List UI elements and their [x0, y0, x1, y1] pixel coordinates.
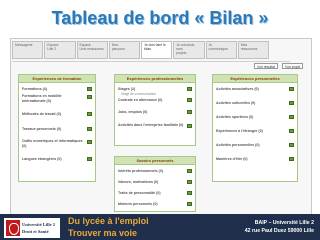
tab-label-2: Lille 2: [47, 47, 57, 51]
panel-header: Expériences de formation: [19, 75, 95, 83]
list-item: Méthodes de travail (0): [19, 111, 95, 126]
tab-mon-parcours[interactable]: Mon parcours: [108, 41, 140, 59]
edit-icon[interactable]: [187, 124, 192, 128]
credit-line-1: BAIP – Université Lille 2: [254, 220, 314, 226]
university-emblem-icon: [6, 220, 20, 236]
list-item: Activités associatives (0): [213, 86, 297, 100]
tab-espace-ressources[interactable]: Espace Univ ressources: [76, 41, 108, 59]
tab-communique[interactable]: Je communique: [205, 41, 237, 59]
edit-icon[interactable]: [289, 115, 294, 119]
item-label: Activités sportives (0): [216, 115, 254, 119]
list-item: Activités personnelles (0): [213, 142, 297, 156]
edit-icon[interactable]: [289, 157, 294, 161]
list-item: Valeurs, motivations (0): [115, 179, 195, 190]
list-item: Activités culturelles (0): [213, 100, 297, 114]
edit-icon[interactable]: [87, 140, 92, 144]
logo-line-2: Droit et Santé: [22, 229, 49, 234]
edit-icon[interactable]: [87, 157, 92, 161]
list-item: Jobs, emplois (0): [115, 109, 195, 123]
page-title: Tableau de bord « Bilan »: [51, 8, 269, 28]
list-item: Langues étrangères (0): [19, 156, 95, 164]
tab-label-2: parcours: [111, 47, 125, 51]
item-label: Moteurs personnels (0): [118, 202, 158, 206]
panel-header: Savoirs personnels: [115, 157, 195, 165]
slogan-line-2: Trouver ma voie: [68, 228, 138, 238]
edit-icon[interactable]: [187, 169, 192, 173]
tab-messagerie[interactable]: Messagerie: [12, 41, 44, 59]
edit-icon[interactable]: [187, 180, 192, 184]
logo-line-1: Université Lille 2: [22, 222, 55, 227]
edit-icon[interactable]: [187, 202, 192, 206]
list-item: Travaux personnels (0): [19, 126, 95, 139]
credit-line-2: 42 rue Paul Duez 59000 Lille: [244, 228, 314, 234]
item-label: Activités culturelles (0): [216, 101, 256, 105]
list-item: Outils numériques et informatiques (0): [19, 139, 95, 156]
edit-icon[interactable]: [87, 87, 92, 91]
tab-label-2: ressources: [240, 47, 258, 51]
list-item: Activités dans l'entreprise familiale (0…: [115, 123, 195, 135]
tab-label-2: projets: [176, 51, 187, 55]
edit-icon[interactable]: [87, 112, 92, 116]
edit-icon[interactable]: [187, 191, 192, 195]
edit-icon[interactable]: [289, 87, 294, 91]
item-label: Expériences à l'étranger (0): [216, 129, 263, 133]
savoirs-panel: Savoirs personnels Intérêts professionne…: [114, 156, 196, 212]
item-label: Manières d'être (0): [216, 157, 248, 161]
item-label: Formations (4): [22, 87, 47, 91]
list-item: Contrats en alternance (0): [115, 97, 195, 109]
item-label: Travaux personnels (0): [22, 127, 62, 131]
voir-projet-button[interactable]: Voir projet: [282, 63, 304, 69]
tab-label-2: communique: [208, 47, 228, 51]
list-item: Moteurs personnels (0): [115, 201, 195, 209]
list-item: Expériences à l'étranger (0): [213, 128, 297, 142]
edit-icon[interactable]: [289, 143, 294, 147]
item-label: Intérêts professionnels (0): [118, 169, 163, 173]
voir-resultat-button[interactable]: Voir résultat: [254, 63, 278, 69]
item-label: Méthodes de travail (0): [22, 112, 61, 116]
item-label: Activités personnelles (0): [216, 143, 260, 147]
professionnelles-panel: Expériences professionnelles Stages (2) …: [114, 74, 196, 146]
item-label: Langues étrangères (0): [22, 157, 62, 161]
edit-icon[interactable]: [187, 110, 192, 114]
list-item: Formations (4): [19, 86, 95, 94]
tab-projets[interactable]: Je construis mes projets: [173, 41, 205, 59]
tab-label-2: bilan: [144, 47, 152, 51]
item-label: Jobs, emplois (0): [118, 110, 148, 114]
item-label: Activités associatives (0): [216, 87, 259, 91]
edit-icon[interactable]: [187, 87, 192, 91]
personnelles-panel: Expériences personnelles Activités assoc…: [212, 74, 298, 182]
tab-label: Je construis mes: [176, 43, 195, 51]
list-item: Intérêts professionnels (0): [115, 168, 195, 179]
list-item: Manières d'être (0): [213, 156, 297, 166]
list-item: Formations en mobilité internationale (0…: [19, 94, 95, 111]
slogan-line-1: Du lycée à l'emploi: [68, 216, 149, 226]
tab-bilan[interactable]: Je dois faire le bilan: [141, 41, 173, 59]
edit-icon[interactable]: [87, 127, 92, 131]
university-logo: Université Lille 2 Droit et Santé: [4, 218, 60, 238]
panel-header: Expériences professionnelles: [115, 75, 195, 83]
edit-icon[interactable]: [87, 95, 92, 99]
divider: [12, 61, 290, 62]
tab-label-2: Univ ressources: [79, 47, 104, 51]
item-label: Activités dans l'entreprise familiale (0…: [118, 123, 184, 127]
list-item: Activités sportives (0): [213, 114, 297, 128]
tab-espace-lille2[interactable]: Espace Lille 2: [44, 41, 76, 59]
panel-header: Expériences personnelles: [213, 75, 297, 83]
edit-icon[interactable]: [289, 101, 294, 105]
formation-panel: Expériences de formation Formations (4) …: [18, 74, 96, 182]
item-label: Formations en mobilité internationale (0…: [22, 94, 62, 103]
edit-icon[interactable]: [289, 129, 294, 133]
tab-label: Messagerie: [15, 43, 33, 47]
nav-tabs: Messagerie Espace Lille 2 Espace Univ ress…: [12, 41, 270, 59]
item-label: Traits de personnalité (0): [118, 191, 161, 195]
item-label: Stages (2): [118, 87, 136, 91]
item-label: Valeurs, motivations (0): [118, 180, 159, 184]
item-label: Outils numériques et informatiques (0): [22, 139, 83, 148]
item-label: Contrats en alternance (0): [118, 98, 163, 102]
tab-ressources[interactable]: Mes ressources: [237, 41, 269, 59]
list-item: Traits de personnalité (0): [115, 190, 195, 201]
edit-icon[interactable]: [187, 98, 192, 102]
